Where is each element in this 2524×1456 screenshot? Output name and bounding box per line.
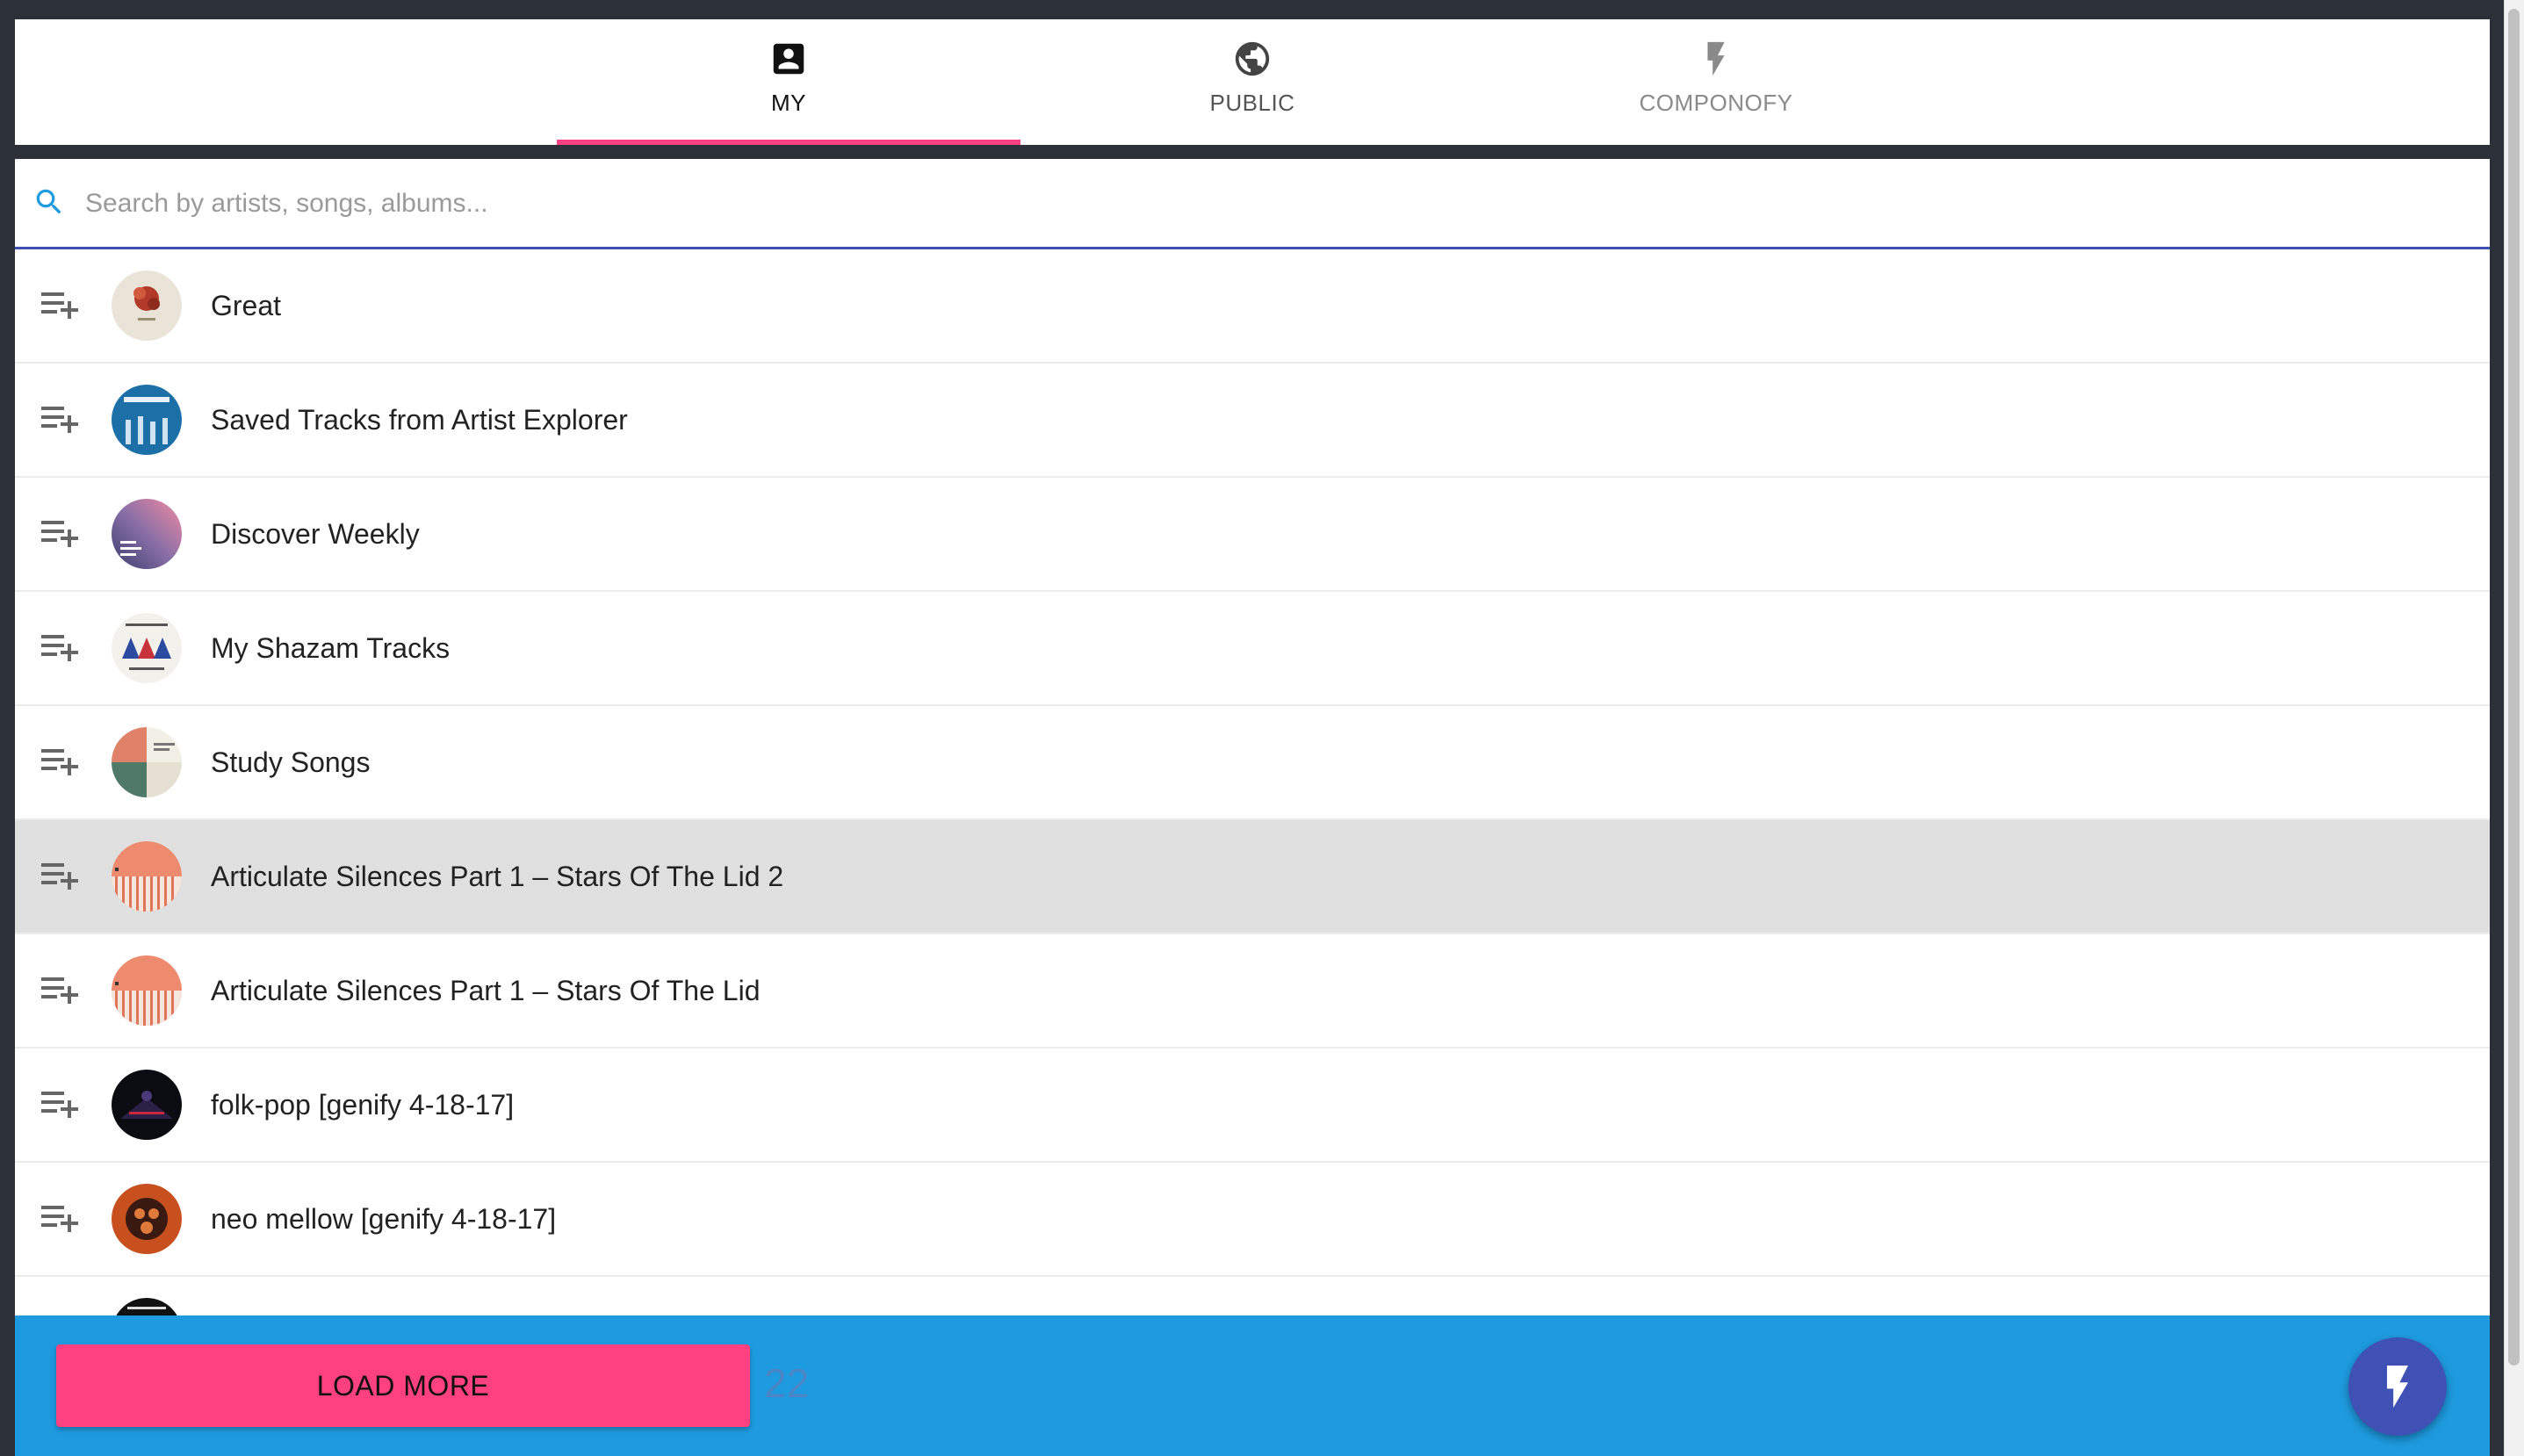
account-box-icon (773, 43, 804, 75)
playlist-name: neo mellow [genify 4-18-17] (211, 1203, 557, 1235)
playlist-add-icon[interactable] (41, 1088, 80, 1120)
playlist-add-icon[interactable] (41, 860, 80, 891)
globe-icon (1235, 41, 1270, 76)
playlist-cover (112, 270, 182, 341)
playlist-name: Saved Tracks from Artist Explorer (211, 404, 628, 436)
playlist-name: Study Songs (211, 746, 371, 778)
tab-bar: MY PUBLIC COMPONOFY (15, 19, 2490, 145)
playlist-add-icon[interactable] (41, 1202, 80, 1234)
search-input[interactable] (83, 178, 2458, 229)
playlist-cover (112, 1184, 182, 1254)
search-icon (36, 189, 61, 214)
componofy-fab-button[interactable] (2348, 1337, 2447, 1436)
playlist-name: Discover Weekly (211, 518, 420, 550)
page-scrollbar[interactable] (2504, 0, 2524, 1456)
playlist-row[interactable]: My Shazam Tracks (15, 592, 2490, 706)
playlist-cover (112, 613, 182, 683)
load-more-button[interactable]: LOAD MORE (56, 1344, 750, 1427)
playlist-name: folk-pop [genify 4-18-17] (211, 1089, 515, 1121)
playlist-add-icon[interactable] (41, 517, 80, 549)
tab-public-label: PUBLIC (1209, 90, 1295, 116)
playlist-list: Great Saved Tracks from Artist Explorer … (15, 249, 2490, 1391)
playlist-name: Articulate Silences Part 1 – Stars Of Th… (211, 861, 784, 892)
bottom-toolbar: LOAD MORE 22 (15, 1315, 2490, 1456)
playlist-panel: Great Saved Tracks from Artist Explorer … (15, 159, 2490, 1456)
playlist-row[interactable]: Articulate Silences Part 1 – Stars Of Th… (15, 934, 2490, 1049)
playlist-name: Articulate Silences Part 1 – Stars Of Th… (211, 975, 761, 1006)
playlist-add-icon[interactable] (41, 974, 80, 1006)
tab-componofy-label: COMPONOFY (1639, 90, 1793, 116)
tab-public[interactable]: PUBLIC (1020, 19, 1484, 145)
search-bar (15, 159, 2490, 249)
playlist-row[interactable]: Great (15, 249, 2490, 364)
playlist-cover (112, 727, 182, 797)
playlist-cover (112, 841, 182, 912)
active-tab-indicator (557, 140, 1020, 145)
playlist-row[interactable]: Saved Tracks from Artist Explorer (15, 364, 2490, 478)
playlist-name: Great (211, 290, 282, 321)
playlist-row-selected[interactable]: Articulate Silences Part 1 – Stars Of Th… (15, 820, 2490, 934)
playlist-add-icon[interactable] (41, 289, 80, 321)
playlist-cover (112, 499, 182, 569)
tab-componofy[interactable]: COMPONOFY (1484, 19, 1948, 145)
playlist-row[interactable]: folk-pop [genify 4-18-17] (15, 1049, 2490, 1163)
flash-icon (2387, 1366, 2408, 1408)
playlist-row[interactable]: Discover Weekly (15, 478, 2490, 592)
tab-my-label: MY (771, 90, 806, 116)
playlist-name: My Shazam Tracks (211, 632, 451, 664)
playlist-row[interactable]: neo mellow [genify 4-18-17] (15, 1163, 2490, 1277)
playlist-add-icon[interactable] (41, 631, 80, 663)
flash-icon (1707, 41, 1725, 76)
playlist-row[interactable]: Study Songs (15, 706, 2490, 820)
playlist-count: 22 (764, 1360, 810, 1406)
playlist-add-icon[interactable] (41, 403, 80, 435)
playlist-cover (112, 955, 182, 1026)
playlist-cover (112, 1070, 182, 1140)
scrollbar-thumb[interactable] (2508, 9, 2520, 1366)
playlist-cover (112, 385, 182, 455)
playlist-add-icon[interactable] (41, 746, 80, 777)
tab-my[interactable]: MY (557, 19, 1020, 145)
